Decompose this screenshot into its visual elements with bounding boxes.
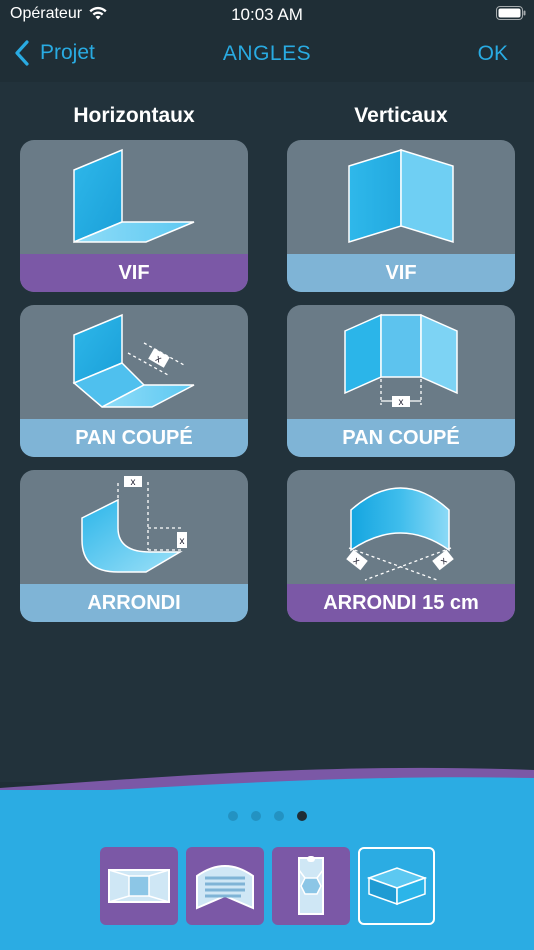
page-indicator[interactable] xyxy=(0,811,534,821)
clock: 10:03 AM xyxy=(231,5,303,24)
vertical-rounded-angle-illustration: x x xyxy=(346,487,454,581)
status-bar: Opérateur 10:03 AM xyxy=(0,0,534,30)
vertical-chamfer-angle-illustration: x xyxy=(344,313,458,408)
angles-content: Horizontaux Verticaux VIF VIF x PAN COUP… xyxy=(0,82,534,782)
section-tab-bar xyxy=(100,847,435,925)
horizontal-sharp-angle-illustration xyxy=(73,148,195,244)
dimension-marker: x xyxy=(399,397,404,408)
vertical-column-header: Verticaux xyxy=(354,104,448,127)
card-label: PAN COUPÉ xyxy=(20,419,248,457)
ok-button[interactable]: OK xyxy=(478,42,508,66)
dimension-marker: x xyxy=(131,477,136,488)
card-label: PAN COUPÉ xyxy=(287,419,515,457)
horizontal-rounded-angle-illustration: x x xyxy=(81,476,187,573)
page-title: ANGLES xyxy=(222,42,312,65)
tab-equipment[interactable] xyxy=(272,847,350,925)
dimension-marker: x xyxy=(180,536,185,547)
tab-pool-shape[interactable] xyxy=(100,847,178,925)
card-vertical-pan-coupe[interactable]: x PAN COUPÉ xyxy=(287,305,515,457)
tab-stairs[interactable] xyxy=(186,847,264,925)
vertical-sharp-angle-illustration xyxy=(348,148,454,244)
horizontal-chamfer-angle-illustration: x xyxy=(72,313,195,408)
horizontal-column-header: Horizontaux xyxy=(73,104,195,127)
card-label: ARRONDI xyxy=(20,584,248,622)
card-vertical-vif[interactable]: VIF xyxy=(287,140,515,292)
card-horizontal-pan-coupe[interactable]: x PAN COUPÉ xyxy=(20,305,248,457)
page-dot-active[interactable] xyxy=(296,811,307,821)
page-dot[interactable] xyxy=(250,811,261,821)
tab-angles[interactable] xyxy=(358,847,435,925)
stairs-icon xyxy=(196,865,254,910)
equipment-icon xyxy=(298,856,324,915)
card-horizontal-arrondi[interactable]: x x ARRONDI xyxy=(20,470,248,622)
navigation-bar: Projet ANGLES OK xyxy=(0,30,534,82)
card-label: VIF xyxy=(20,254,248,292)
card-label: ARRONDI 15 cm xyxy=(287,584,515,622)
card-horizontal-vif[interactable]: VIF xyxy=(20,140,248,292)
card-label: VIF xyxy=(287,254,515,292)
pool-shape-icon xyxy=(108,869,170,903)
battery-icon xyxy=(496,6,526,20)
page-dot[interactable] xyxy=(273,811,284,821)
angles-icon xyxy=(366,867,427,906)
card-vertical-arrondi-15cm[interactable]: x x ARRONDI 15 cm xyxy=(287,470,515,622)
page-dot[interactable] xyxy=(227,811,238,821)
footer xyxy=(0,790,534,950)
